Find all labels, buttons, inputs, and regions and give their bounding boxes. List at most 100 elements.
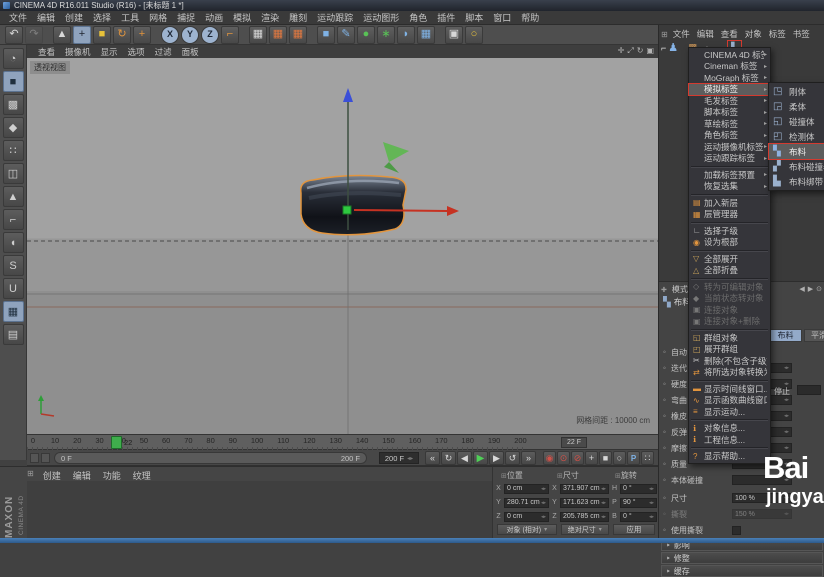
- menubar-item[interactable]: 角色: [404, 11, 432, 24]
- rotate-icon[interactable]: ↻: [113, 26, 131, 44]
- coords-value-field[interactable]: 371.907 cm: [560, 484, 609, 494]
- coordinate-system-icon[interactable]: ⌐: [221, 26, 239, 44]
- coords-value-field[interactable]: 0 °: [620, 484, 657, 494]
- coords-value-field[interactable]: 205.785 cm: [560, 512, 609, 522]
- context-menu-item[interactable]: 草绘标签 ▸: [689, 118, 770, 130]
- tab-secondary[interactable]: 平滑: [804, 329, 824, 342]
- camera-icon[interactable]: ▣: [445, 26, 463, 44]
- context-menu-item[interactable]: 运动跟踪标签 ▸: [689, 153, 770, 165]
- mograph-icon[interactable]: ∗: [377, 26, 395, 44]
- zoom-view-icon[interactable]: ⤢: [627, 46, 633, 56]
- subdivision-surface-icon[interactable]: ●: [357, 26, 375, 44]
- y-axis-arrow[interactable]: [343, 88, 353, 102]
- context-menu-item[interactable]: ? 显示帮助...: [689, 451, 770, 463]
- record-scale-button[interactable]: ■: [599, 451, 612, 465]
- pan-view-icon[interactable]: ✛: [618, 46, 625, 56]
- keyframe-selection-button[interactable]: ⊘: [571, 451, 584, 465]
- submenu-item[interactable]: ◲ 柔体: [769, 99, 824, 114]
- coords-value-field[interactable]: 0 cm: [504, 512, 549, 522]
- menubar-item[interactable]: 工具: [116, 11, 144, 24]
- edges-mode-icon[interactable]: ◫: [3, 163, 24, 184]
- submenu-item[interactable]: ▙ 布料绑带: [769, 174, 824, 189]
- context-menu-item[interactable]: ◰ 展开群组: [689, 344, 770, 356]
- rotate-view-icon[interactable]: ↻: [637, 46, 644, 56]
- scale-icon[interactable]: ■: [93, 26, 111, 44]
- object-manager-menu-item[interactable]: 查看: [718, 28, 741, 40]
- end-frame-field[interactable]: 200 F: [379, 452, 419, 464]
- menubar-item[interactable]: 创建: [60, 11, 88, 24]
- context-menu-item[interactable]: ≡ 显示运动...: [689, 406, 770, 418]
- workplane-icon[interactable]: ▦: [3, 301, 24, 322]
- context-menu-item[interactable]: ⇄ 将所选对象转换为XRef: [689, 367, 770, 379]
- context-menu-item[interactable]: ∟ 选择子级: [689, 225, 770, 237]
- green-banner-handle[interactable]: [383, 142, 409, 162]
- object-icon[interactable]: ♟: [668, 41, 678, 54]
- menubar-item[interactable]: 动画: [200, 11, 228, 24]
- viewport-menu-item[interactable]: 查看: [33, 46, 60, 58]
- play-button[interactable]: ▶: [473, 451, 488, 465]
- enable-axis-icon[interactable]: ⌐: [3, 209, 24, 230]
- context-menu-item[interactable]: Cineman 标签 ▸: [689, 61, 770, 73]
- record-keyframe-button[interactable]: ◉: [543, 451, 556, 465]
- z-axis-lock[interactable]: Z: [201, 26, 219, 44]
- record-position-button[interactable]: +: [585, 451, 598, 465]
- x-axis-lock[interactable]: X: [161, 26, 179, 44]
- render-view-icon[interactable]: ▦: [249, 26, 267, 44]
- live-selection-icon[interactable]: ▲: [53, 26, 71, 44]
- powerbar-mini-buttons[interactable]: [30, 453, 50, 463]
- section-header[interactable]: 修整: [661, 552, 823, 564]
- viewport-solo-icon[interactable]: ◖: [3, 232, 24, 253]
- materials-list[interactable]: [27, 481, 492, 539]
- render-settings-icon[interactable]: ▦: [289, 26, 307, 44]
- context-menu-item[interactable]: ▬ 显示时间线窗口...: [689, 383, 770, 395]
- record-rotation-button[interactable]: ○: [613, 451, 626, 465]
- menubar-item[interactable]: 捕捉: [172, 11, 200, 24]
- submenu-item[interactable]: ◱ 碰撞体: [769, 114, 824, 129]
- menubar-item[interactable]: 文件: [4, 11, 32, 24]
- menubar-item[interactable]: 渲染: [256, 11, 284, 24]
- render-picture-viewer-icon[interactable]: ▦: [269, 26, 287, 44]
- context-menu-item[interactable]: ▦ 层管理器: [689, 209, 770, 221]
- green-banner-handle-2[interactable]: [384, 162, 399, 173]
- coords-value-field[interactable]: 90 °: [620, 498, 657, 508]
- coords-value-field[interactable]: 0 cm: [504, 484, 549, 494]
- make-editable-icon[interactable]: ◔: [3, 48, 24, 69]
- axis-center-handle[interactable]: [343, 206, 351, 214]
- record-parameter-button[interactable]: P: [627, 451, 640, 465]
- play-mode-button[interactable]: ↺: [505, 451, 520, 465]
- add-cube-icon[interactable]: ■: [317, 26, 335, 44]
- menubar-item[interactable]: 运动图形: [358, 11, 404, 24]
- back-arrow-icon[interactable]: ◀: [799, 285, 804, 293]
- coords-size-mode-dropdown[interactable]: 绝对尺寸: [561, 524, 609, 535]
- context-menu-item[interactable]: CINEMA 4D 标签 ▸: [689, 49, 770, 61]
- menubar-item[interactable]: 雕刻: [284, 11, 312, 24]
- context-menu-item[interactable]: ∿ 显示函数曲线窗口...: [689, 395, 770, 407]
- attribute-field[interactable]: [732, 526, 741, 535]
- context-menu-item[interactable]: ◆ 当前状态转对象: [689, 293, 770, 305]
- context-menu-item[interactable]: 角色标签 ▸: [689, 130, 770, 142]
- forward-arrow-icon[interactable]: ▶: [808, 285, 813, 293]
- move-icon[interactable]: +: [73, 26, 91, 44]
- loop-button[interactable]: ↻: [441, 451, 456, 465]
- locked-workplane-icon[interactable]: ▤: [3, 324, 24, 345]
- menubar-item[interactable]: 选择: [88, 11, 116, 24]
- menubar-item[interactable]: 脚本: [460, 11, 488, 24]
- viewport[interactable]: 查看摄像机显示选项过滤面板 ✛⤢↻▣ 透视视图: [27, 45, 658, 434]
- context-menu-item[interactable]: MoGraph 标签 ▸: [689, 72, 770, 84]
- menubar-item[interactable]: 网格: [144, 11, 172, 24]
- context-menu-item[interactable]: 运动摄像机标签 ▸: [689, 141, 770, 153]
- viewport-menu-item[interactable]: 摄像机: [60, 46, 96, 58]
- coords-value-field[interactable]: 0 °: [620, 512, 657, 522]
- menubar-item[interactable]: 窗口: [488, 11, 516, 24]
- viewport-menu-item[interactable]: 选项: [123, 46, 150, 58]
- toggle-view-icon[interactable]: ▣: [646, 46, 654, 56]
- context-menu-item[interactable]: ▽ 全部展开: [689, 253, 770, 265]
- menubar-item[interactable]: 插件: [432, 11, 460, 24]
- viewport-menu-item[interactable]: 面板: [177, 46, 204, 58]
- spline-pen-icon[interactable]: ✎: [337, 26, 355, 44]
- polygons-mode-icon[interactable]: ▲: [3, 186, 24, 207]
- object-manager-menu-item[interactable]: 编辑: [694, 28, 717, 40]
- autokey-button[interactable]: ⊙: [557, 451, 570, 465]
- object-manager-menu-item[interactable]: 文件: [670, 28, 693, 40]
- apply-button[interactable]: 应用: [613, 524, 655, 535]
